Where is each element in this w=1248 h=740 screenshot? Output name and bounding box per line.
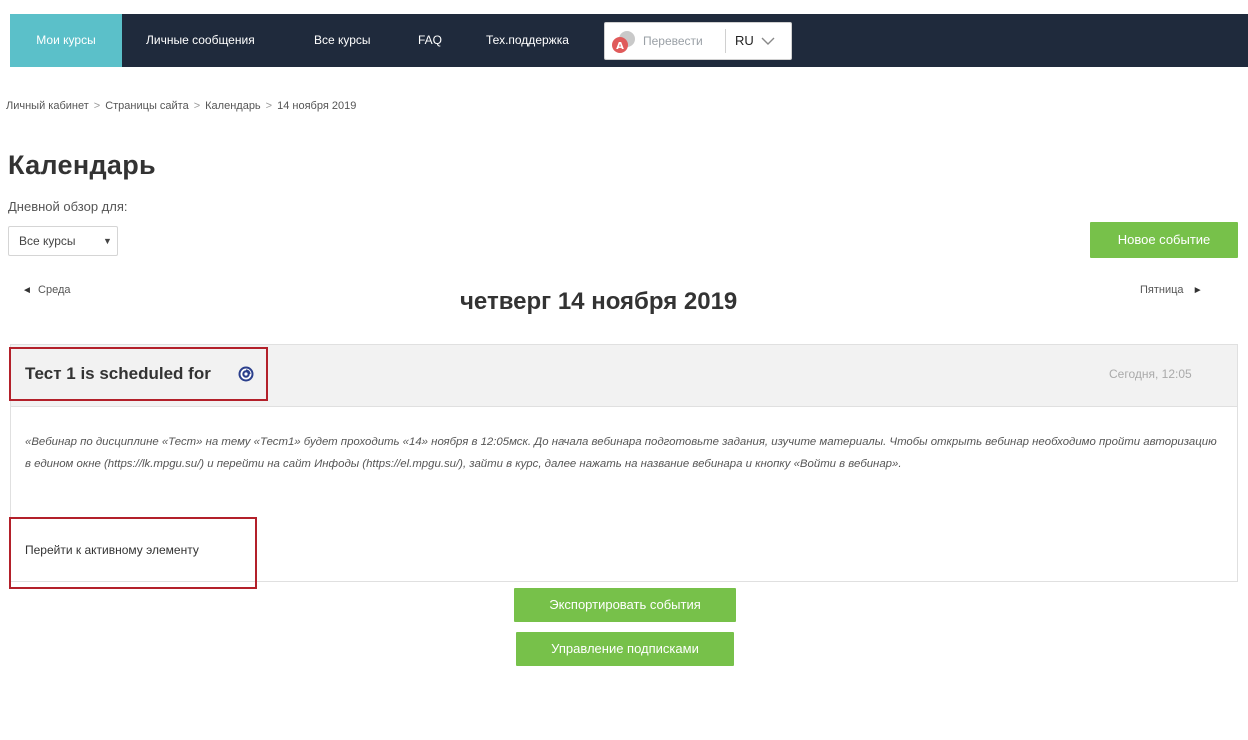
chevron-down-icon[interactable] [761,36,775,46]
event-description: «Вебинар по дисциплине «Тест» на тему «Т… [25,436,1217,470]
svg-text:A: A [616,41,624,52]
goto-activity-link[interactable]: Перейти к активному элементу [25,543,199,557]
breadcrumb-separator: > [193,100,201,112]
next-day-label: Пятница [1140,284,1184,296]
left-arrow-icon: ◄ [22,285,32,296]
top-navigation-bar: Мои курсы Личные сообщения Все курсы FAQ… [10,14,1248,67]
manage-subscriptions-button[interactable]: Управление подписками [516,632,734,666]
previous-day-link[interactable]: ◄ Среда [22,284,71,296]
breadcrumb-calendar[interactable]: Календарь [205,100,261,112]
breadcrumb-personal-account[interactable]: Личный кабинет [6,100,89,112]
quiz-icon [238,366,254,382]
breadcrumb-separator: > [265,100,273,112]
language-selector[interactable]: RU [735,23,754,59]
nav-my-courses[interactable]: Мои курсы [10,14,122,67]
current-day-heading: четверг 14 ноября 2019 [460,288,738,315]
translate-widget[interactable]: A Перевести RU [604,22,792,60]
page-title: Календарь [8,150,156,180]
breadcrumb-current-date: 14 ноября 2019 [277,100,357,112]
translate-label[interactable]: Перевести [643,23,703,59]
nav-all-courses[interactable]: Все курсы [314,14,371,67]
right-arrow-icon: ► [1192,285,1203,296]
nav-personal-messages[interactable]: Личные сообщения [146,14,255,67]
event-header: Тест 1 is scheduled for Сегодня, 12:05 [9,345,1237,407]
translate-divider [725,29,726,53]
nav-tech-support[interactable]: Тех.поддержка [486,14,569,67]
dropdown-caret-icon: ▼ [103,236,112,246]
new-event-button[interactable]: Новое событие [1090,222,1238,258]
breadcrumb-site-pages[interactable]: Страницы сайта [105,100,189,112]
event-time: Сегодня, 12:05 [1109,367,1192,381]
previous-day-label: Среда [38,284,71,296]
event-title[interactable]: Тест 1 is scheduled for [25,349,211,399]
breadcrumb-separator: > [93,100,101,112]
day-view-label: Дневной обзор для: [8,199,128,214]
translate-icon: A [612,31,635,53]
export-events-button[interactable]: Экспортировать события [514,588,736,622]
goto-activity-highlight: Перейти к активному элементу [9,517,257,589]
nav-faq[interactable]: FAQ [418,14,442,67]
course-filter-select[interactable]: Все курсы ▼ [8,226,118,256]
event-card: Тест 1 is scheduled for Сегодня, 12:05 «… [9,344,1238,589]
course-filter-value: Все курсы [19,234,76,248]
next-day-link[interactable]: Пятница ► [1140,284,1203,296]
breadcrumb: Личный кабинет > Страницы сайта > Календарь >… [6,100,356,112]
event-title-highlight: Тест 1 is scheduled for [9,347,268,401]
